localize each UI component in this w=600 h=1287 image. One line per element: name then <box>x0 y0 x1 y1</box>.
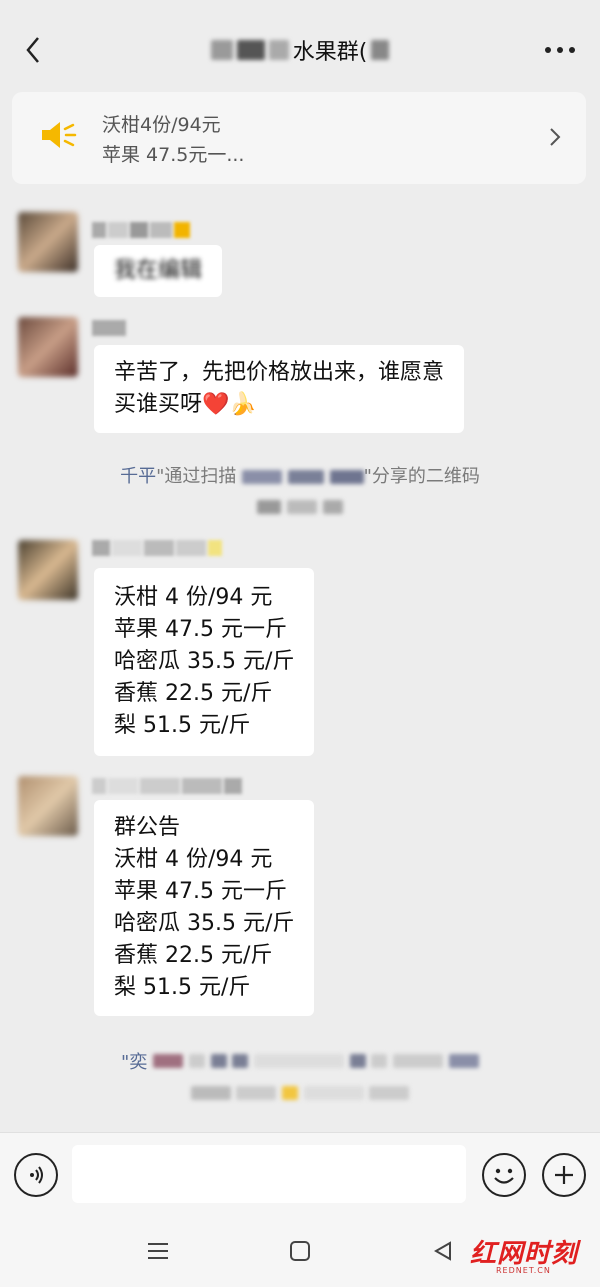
message-line: 辛苦了，先把价格放出来，谁愿意 <box>114 360 445 385</box>
back-triangle-icon <box>433 1241 451 1261</box>
redacted-block <box>236 40 265 60</box>
message-line: 沃柑 4 份/94 元 <box>114 585 273 610</box>
message-bubble[interactable]: 群公告 沃柑 4 份/94 元 苹果 47.5 元一斤 哈密瓜 35.5 元/斤… <box>94 800 315 1016</box>
message-line: 香蕉 22.5 元/斤 <box>114 943 273 968</box>
speaker-icon <box>42 122 77 148</box>
rednet-watermark-logo: 红网时刻 REDNET.CN <box>470 1233 594 1277</box>
avatar[interactable] <box>18 212 78 272</box>
redacted-block <box>371 40 390 60</box>
sender-name <box>92 778 242 796</box>
message-line: 我在编辑 <box>114 258 203 283</box>
watermark-text: 红网时刻 <box>470 1239 579 1269</box>
menu-nav-button[interactable] <box>143 1238 173 1264</box>
voice-icon <box>30 1166 43 1184</box>
avatar[interactable] <box>18 540 78 600</box>
more-horizontal-icon <box>545 47 575 53</box>
menu-icon <box>148 1243 168 1259</box>
message-line: 苹果 47.5 元一斤 <box>114 879 287 904</box>
input-bar <box>0 1132 600 1214</box>
message-line: 梨 51.5 元/斤 <box>114 713 251 738</box>
voice-button[interactable] <box>14 1153 58 1197</box>
heart-banana-emoji: ❤️🍌 <box>202 392 257 417</box>
message-line: 哈密瓜 35.5 元/斤 <box>114 911 295 936</box>
message-bubble[interactable]: 辛苦了，先把价格放出来，谁愿意 买谁买呀❤️🍌 <box>94 345 465 433</box>
system-notice: "奕 <box>0 1048 600 1105</box>
status-bar <box>0 0 600 16</box>
sender-name <box>92 320 126 338</box>
back-button[interactable] <box>18 32 48 68</box>
chevron-left-icon <box>26 37 39 63</box>
message-bubble[interactable]: 我在编辑 <box>94 245 223 297</box>
message-line: 买谁买呀❤️🍌 <box>114 392 257 417</box>
more-button[interactable] <box>542 40 578 60</box>
message-line: 群公告 <box>114 815 181 840</box>
plus-button[interactable] <box>542 1153 586 1197</box>
notice-line-2: 苹果 47.5元一... <box>102 144 245 166</box>
message-line: 苹果 47.5 元一斤 <box>114 617 287 642</box>
chevron-right-icon <box>550 128 561 146</box>
emoji-icon <box>494 1168 514 1184</box>
system-notice: 千平"通过扫描 "分享的二维码 <box>0 462 600 519</box>
back-nav-button[interactable] <box>428 1238 458 1264</box>
message-line: 梨 51.5 元/斤 <box>114 975 251 1000</box>
chat-title: 水果群( <box>210 34 390 66</box>
message-bubble[interactable]: 沃柑 4 份/94 元 苹果 47.5 元一斤 哈密瓜 35.5 元/斤 香蕉 … <box>94 568 315 756</box>
system-notice-link[interactable]: "奕 <box>121 1052 147 1073</box>
avatar[interactable] <box>18 776 78 836</box>
home-square-icon <box>290 1241 310 1261</box>
redacted-block <box>268 40 289 60</box>
notice-text: 沃柑4份/94元 苹果 47.5元一... <box>102 110 244 170</box>
message-line: 沃柑 4 份/94 元 <box>114 847 273 872</box>
notice-line-1: 沃柑4份/94元 <box>102 114 221 136</box>
sender-name <box>92 222 190 240</box>
chat-header: 水果群( <box>0 16 600 84</box>
redacted-block <box>210 40 233 60</box>
chat-title-text: 水果群( <box>292 40 368 65</box>
group-notice-banner[interactable]: 沃柑4份/94元 苹果 47.5元一... <box>12 92 586 184</box>
sender-name <box>92 540 222 558</box>
home-nav-button[interactable] <box>285 1238 315 1264</box>
emoji-button[interactable] <box>482 1153 526 1197</box>
avatar[interactable] <box>18 317 78 377</box>
message-line: 香蕉 22.5 元/斤 <box>114 681 273 706</box>
system-notice-link[interactable]: 千平 <box>120 466 156 487</box>
watermark-subtext: REDNET.CN <box>496 1266 551 1275</box>
message-input[interactable] <box>72 1145 466 1203</box>
plus-icon <box>555 1166 573 1184</box>
message-line: 哈密瓜 35.5 元/斤 <box>114 649 295 674</box>
